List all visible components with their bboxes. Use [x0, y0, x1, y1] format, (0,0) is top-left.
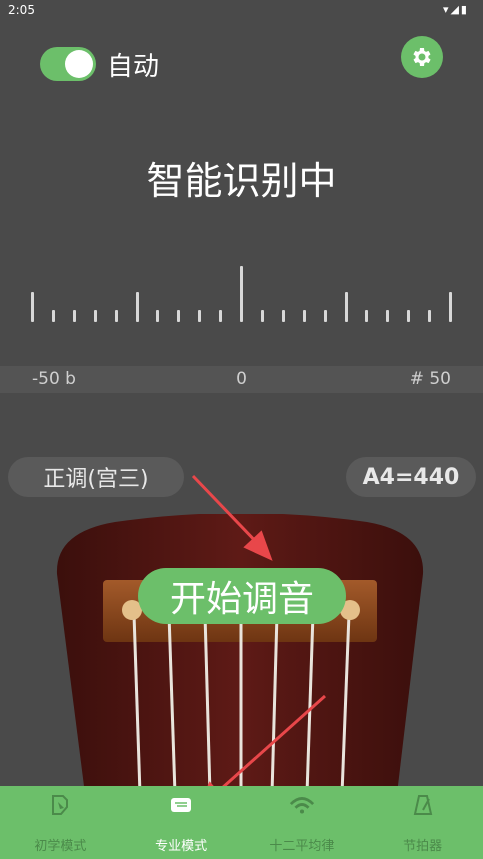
ruler-tick-center — [240, 266, 243, 322]
nav-label-beginner: 初学模式 — [34, 839, 87, 854]
ruler-tick-minor — [177, 310, 180, 322]
ruler-tick-minor — [156, 310, 159, 322]
ruler-tick-minor — [303, 310, 306, 322]
nav-item-equal-temperament[interactable]: 十二平均律 — [242, 786, 363, 859]
nav-item-pro[interactable]: 专业模式 — [121, 786, 242, 859]
auto-toggle[interactable] — [40, 47, 96, 81]
ruler-tick-major — [136, 292, 139, 322]
metronome-icon — [413, 795, 432, 815]
tuning-mode-button[interactable]: 正调(宫三) — [8, 457, 184, 497]
ruler-tick-minor — [324, 310, 327, 322]
a4-frequency-button[interactable]: A4=440 — [346, 457, 476, 497]
settings-button[interactable] — [401, 36, 443, 78]
ruler-tick-minor — [282, 310, 285, 322]
equal-temperament-icon — [289, 797, 315, 814]
nav-item-beginner[interactable]: 初学模式 — [0, 786, 121, 859]
ruler-tick-major — [345, 292, 348, 322]
status-bar: 2:05 ▾◢▮ — [0, 0, 483, 22]
nav-label-metronome: 节拍器 — [403, 839, 443, 854]
ruler-tick-minor — [219, 310, 222, 322]
auto-label: 自动 — [107, 52, 160, 82]
recognition-status-title: 智能识别中 — [146, 159, 337, 203]
beginner-icon — [52, 795, 69, 815]
nav-label-pro: 专业模式 — [155, 839, 208, 854]
ruler-tick-major — [31, 292, 34, 322]
scale-label-max: # 50 — [409, 369, 451, 389]
nav-label-equal-temperament: 十二平均律 — [269, 839, 335, 854]
scale-band: -50 b 0 # 50 — [0, 366, 483, 393]
ruler-tick-minor — [94, 310, 97, 322]
ruler-tick-minor — [115, 310, 118, 322]
status-time: 2:05 — [8, 3, 35, 17]
ruler-tick-minor — [407, 310, 410, 322]
start-tuning-button[interactable]: 开始调音 — [138, 568, 346, 624]
ruler-tick-minor — [386, 310, 389, 322]
status-icons: ▾◢▮ — [442, 3, 469, 16]
nav-item-metronome[interactable]: 节拍器 — [362, 786, 483, 859]
toggle-knob — [65, 50, 93, 78]
ruler-tick-minor — [73, 310, 76, 322]
ruler-tick-minor — [428, 310, 431, 322]
ruler-tick-minor — [198, 310, 201, 322]
ruler-tick-minor — [365, 310, 368, 322]
gear-icon — [413, 48, 431, 66]
tuning-ruler — [0, 258, 483, 322]
bottom-navigation: 初学模式 专业模式 十二平均律 节拍器 — [0, 786, 483, 859]
pro-mode-icon — [171, 798, 192, 812]
guqin-illustration — [56, 514, 424, 794]
ruler-tick-minor — [52, 310, 55, 322]
ruler-tick-minor — [261, 310, 264, 322]
ruler-tick-major — [449, 292, 452, 322]
